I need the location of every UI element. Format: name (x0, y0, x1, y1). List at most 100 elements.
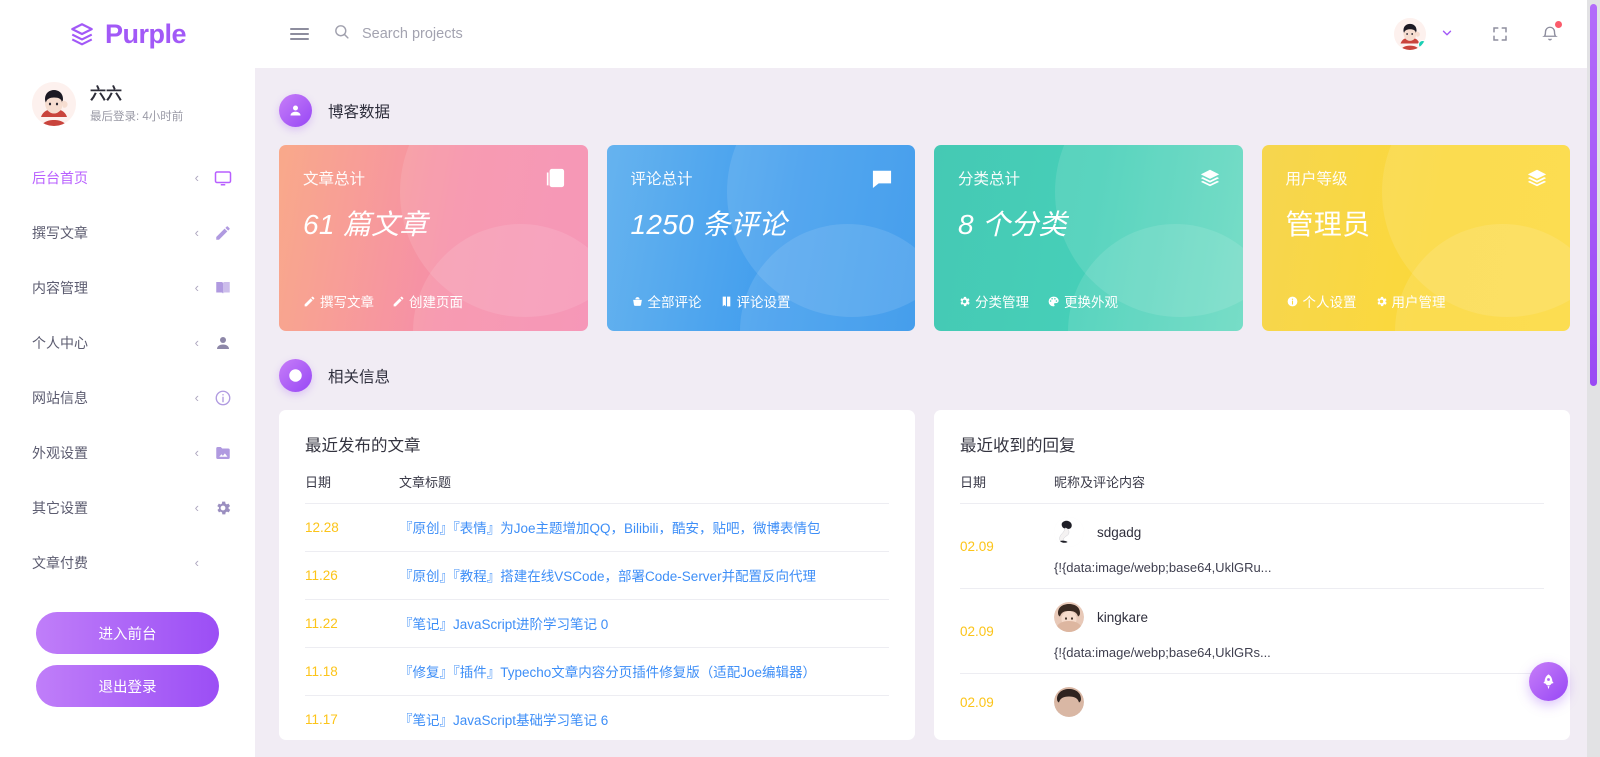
online-status-dot (1418, 40, 1426, 49)
gear-icon (1376, 296, 1387, 306)
card-link-label: 撰写文章 (320, 295, 374, 310)
article-date: 11.18 (305, 647, 399, 696)
palette-icon (1048, 296, 1059, 306)
avatar[interactable] (1394, 18, 1426, 50)
table-row[interactable]: 12.28 『原创』『表情』为Joe主题增加QQ，Bilibili，酷安，贴吧，… (305, 503, 889, 552)
table-row[interactable]: 02.09 (960, 503, 1544, 589)
sidebar-item-other-settings[interactable]: 其它设置 ‹ (0, 480, 255, 535)
pencil-icon (393, 296, 404, 306)
sidebar-item-appearance[interactable]: 外观设置 ‹ (0, 425, 255, 480)
sidebar-item-label: 外观设置 (32, 444, 88, 461)
recent-articles-table: 日期 文章标题 12.28 『原创』『表情』为Joe主题增加QQ，Bilibil… (305, 472, 889, 740)
card-link-change-theme[interactable]: 更换外观 (1047, 291, 1118, 311)
table-row[interactable]: 11.18 『修复』『插件』Typecho文章内容分页插件修复版（适配Joe编辑… (305, 647, 889, 696)
topbar-actions (1394, 12, 1600, 56)
table-row[interactable]: 11.26 『原创』『教程』搭建在线VSCode，部署Code-Server并配… (305, 551, 889, 600)
column-header-date: 日期 (305, 475, 332, 490)
sidebar-item-write-article[interactable]: 撰写文章 ‹ (0, 205, 255, 260)
reply-content-cell (1054, 673, 1544, 730)
sidebar-item-paid-article[interactable]: 文章付费 ‹ (0, 535, 255, 590)
search-icon[interactable] (333, 23, 350, 45)
sidebar-item-site-info[interactable]: 网站信息 ‹ (0, 370, 255, 425)
chevron-left-icon: ‹ (194, 170, 199, 185)
sidebar-item-dashboard[interactable]: 后台首页 ‹ (0, 150, 255, 205)
chevron-left-icon: ‹ (194, 335, 199, 350)
card-link-category-management[interactable]: 分类管理 (958, 291, 1029, 311)
chevron-left-icon: ‹ (194, 555, 199, 570)
section-header-info: 相关信息 (279, 359, 1570, 392)
table-row[interactable]: 02.09 (960, 673, 1544, 730)
dashboard-app: Purple 六六 最后登录: 4小时前 后台首页 ‹ 撰写文章 ‹ 内容管理 … (0, 0, 1600, 757)
article-title-cell: 『笔记』JavaScript基础学习笔记 6 (399, 695, 889, 740)
logout-button[interactable]: 退出登录 (36, 665, 219, 707)
section-title: 相关信息 (328, 368, 391, 386)
sidebar-item-label: 后台首页 (32, 169, 88, 186)
column-header-title: 文章标题 (399, 475, 452, 490)
card-value: 61 篇文章 (303, 209, 428, 240)
pencil-icon (213, 223, 233, 243)
panel-title: 最近收到的回复 (960, 437, 1076, 455)
article-link[interactable]: 『原创』『教程』搭建在线VSCode，部署Code-Server并配置反向代理 (399, 569, 816, 584)
article-link[interactable]: 『原创』『表情』为Joe主题增加QQ，Bilibili，酷安，贴吧，微博表情包 (399, 521, 821, 536)
brand[interactable]: Purple (0, 0, 255, 68)
chevron-left-icon: ‹ (194, 280, 199, 295)
chevron-left-icon: ‹ (194, 390, 199, 405)
chevron-down-icon[interactable] (1432, 26, 1472, 43)
card-link-write-article[interactable]: 撰写文章 (303, 291, 374, 311)
card-link-user-management[interactable]: 用户管理 (1375, 291, 1446, 311)
chevron-left-icon: ‹ (194, 445, 199, 460)
card-link-personal-settings[interactable]: 个人设置 (1286, 291, 1357, 311)
stat-cards: 文章总计 61 篇文章 撰写文章 创建页面 评论总计 1250 条评论 全部评论… (279, 145, 1570, 331)
article-link[interactable]: 『笔记』JavaScript基础学习笔记 6 (399, 713, 608, 728)
column-header-nick-comment: 昵称及评论内容 (1054, 475, 1146, 490)
content-area: 博客数据 文章总计 61 篇文章 撰写文章 创建页面 评论总计 1250 条评论… (255, 68, 1600, 757)
fullscreen-icon[interactable] (1478, 12, 1522, 56)
card-title: 用户等级 (1285, 171, 1348, 188)
article-link[interactable]: 『修复』『插件』Typecho文章内容分页插件修复版（适配Joe编辑器） (399, 665, 816, 680)
person-icon (213, 333, 233, 353)
info-panels: 最近发布的文章 日期 文章标题 12.28 『原创』『表情』为Joe主题增加QQ… (279, 410, 1570, 740)
section-title: 博客数据 (328, 103, 391, 121)
card-link-label: 更换外观 (1064, 295, 1118, 310)
reply-author: kingkare (1054, 602, 1544, 632)
chevron-left-icon: ‹ (194, 225, 199, 240)
sidebar-profile[interactable]: 六六 最后登录: 4小时前 (0, 68, 255, 142)
sidebar-item-personal-center[interactable]: 个人中心 ‹ (0, 315, 255, 370)
sidebar-item-label: 内容管理 (32, 279, 88, 296)
scrollbar-thumb[interactable] (1590, 4, 1597, 386)
card-link-create-page[interactable]: 创建页面 (392, 291, 463, 311)
table-row[interactable]: 11.22 『笔记』JavaScript进阶学习笔记 0 (305, 599, 889, 648)
reply-date: 02.09 (960, 588, 1054, 674)
monitor-icon (213, 168, 233, 188)
card-title: 评论总计 (630, 171, 693, 188)
avatar (1054, 602, 1084, 632)
rocket-icon[interactable] (1529, 662, 1568, 701)
empty-icon (213, 553, 233, 573)
stat-card-user-level[interactable]: 用户等级 管理员 个人设置 用户管理 (1261, 145, 1570, 331)
card-link-all-comments[interactable]: 全部评论 (631, 291, 702, 311)
card-link-comment-settings[interactable]: 评论设置 (720, 291, 791, 311)
pencil-icon (304, 296, 315, 306)
stat-card-categories[interactable]: 分类总计 8 个分类 分类管理 更换外观 (934, 145, 1243, 331)
reply-author (1054, 687, 1544, 717)
reply-date: 02.09 (960, 673, 1054, 730)
book-icon (722, 296, 730, 306)
hamburger-icon[interactable] (277, 12, 321, 56)
card-links: 撰写文章 创建页面 (303, 291, 463, 311)
basket-icon (632, 296, 642, 306)
card-value: 1250 条评论 (630, 209, 787, 240)
search-input[interactable] (362, 26, 702, 42)
article-title-cell: 『原创』『表情』为Joe主题增加QQ，Bilibili，酷安，贴吧，微博表情包 (399, 503, 889, 552)
stat-card-articles[interactable]: 文章总计 61 篇文章 撰写文章 创建页面 (279, 145, 588, 331)
article-date: 11.26 (305, 551, 399, 600)
article-link[interactable]: 『笔记』JavaScript进阶学习笔记 0 (399, 617, 608, 632)
go-to-frontend-button[interactable]: 进入前台 (36, 612, 219, 654)
bell-icon[interactable] (1528, 12, 1572, 56)
search-area (333, 23, 1394, 45)
sidebar-item-label: 撰写文章 (32, 224, 88, 241)
stat-card-comments[interactable]: 评论总计 1250 条评论 全部评论 评论设置 (606, 145, 915, 331)
table-row[interactable]: 02.09 (960, 588, 1544, 674)
table-row[interactable]: 11.17 『笔记』JavaScript基础学习笔记 6 (305, 695, 889, 740)
card-title: 分类总计 (958, 171, 1021, 188)
sidebar-item-content-management[interactable]: 内容管理 ‹ (0, 260, 255, 315)
